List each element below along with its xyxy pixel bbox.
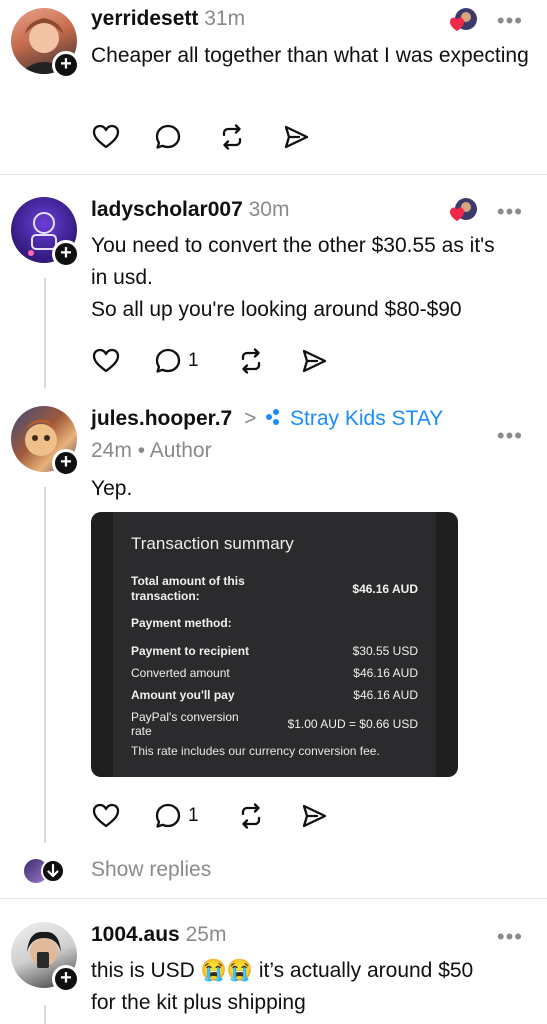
post-time: 30m xyxy=(248,198,290,221)
show-replies-link[interactable]: Show replies xyxy=(91,858,211,882)
thread-line xyxy=(44,487,46,843)
post-text: You need to convert the other $30.55 as … xyxy=(91,230,536,326)
tx-rate-label: PayPal's conversion rate xyxy=(131,710,239,738)
post-username[interactable]: 1004.aus 25m xyxy=(91,923,226,947)
post-actions xyxy=(91,122,341,156)
follow-plus-icon[interactable]: + xyxy=(52,965,80,993)
username-text[interactable]: 1004.aus xyxy=(91,923,180,946)
post-4: + 1004.aus 25m ••• this is USD 😭😭 it’s a… xyxy=(0,899,547,1024)
community-icon xyxy=(266,409,280,425)
post-text: this is USD 😭😭 it’s actually around $50 … xyxy=(91,955,536,1019)
post-1: + yerridesett 31m ••• Cheaper all togeth… xyxy=(0,0,547,174)
post-text-line: for the kit plus shipping xyxy=(91,991,306,1014)
tx-total-row: Total amount of this transaction: $46.16… xyxy=(131,574,418,606)
tx-row-value: $46.16 AUD xyxy=(353,666,418,680)
tx-row-label: Payment to recipient xyxy=(131,644,250,658)
post-username: jules.hooper.7 > Stray Kids STAY xyxy=(91,407,443,431)
more-options-icon[interactable]: ••• xyxy=(497,423,523,449)
username-text[interactable]: ladyscholar007 xyxy=(91,198,243,221)
thread-line xyxy=(44,1005,46,1024)
comment-icon[interactable] xyxy=(153,122,183,152)
reaction-avatar-icon[interactable] xyxy=(446,196,478,228)
tx-payment-method-label: Payment method: xyxy=(131,616,232,630)
post-actions: 1 xyxy=(91,346,351,380)
follow-plus-icon[interactable]: + xyxy=(52,449,80,477)
post-time: 24m xyxy=(91,439,132,462)
comment-icon[interactable] xyxy=(153,801,183,831)
post-username[interactable]: ladyscholar007 30m xyxy=(91,198,289,222)
share-icon[interactable] xyxy=(281,122,311,152)
repost-icon[interactable] xyxy=(217,122,247,152)
post-text: Cheaper all together than what I was exp… xyxy=(91,44,529,67)
post-2: + ladyscholar007 30m ••• You need to con… xyxy=(0,175,547,390)
tx-rate-value: $1.00 AUD = $0.66 USD xyxy=(287,717,418,731)
more-options-icon[interactable]: ••• xyxy=(497,199,523,225)
community-separator: > xyxy=(244,407,257,430)
tx-title: Transaction summary xyxy=(131,534,294,553)
heart-icon[interactable] xyxy=(91,122,121,152)
post-time: 31m xyxy=(204,7,246,30)
reply-count: 1 xyxy=(188,805,199,826)
post-actions: 1 xyxy=(91,801,351,835)
tx-rate-row: PayPal's conversion rate $1.00 AUD = $0.… xyxy=(131,710,418,740)
post-text-line: So all up you're looking around $80-$90 xyxy=(91,298,462,321)
share-icon[interactable] xyxy=(299,346,329,376)
heart-icon[interactable] xyxy=(91,801,121,831)
username-text[interactable]: jules.hooper.7 xyxy=(91,407,232,430)
more-options-icon[interactable]: ••• xyxy=(497,924,523,950)
post-text-line: this is USD 😭😭 it’s actually around $50 xyxy=(91,959,474,982)
repost-icon[interactable] xyxy=(236,346,266,376)
post-time: 25m xyxy=(185,923,227,946)
community-link[interactable]: Stray Kids STAY xyxy=(290,407,443,430)
more-options-icon[interactable]: ••• xyxy=(497,8,523,34)
heart-icon[interactable] xyxy=(91,346,121,376)
attached-image-transaction-summary[interactable]: Transaction summary Total amount of this… xyxy=(91,512,458,777)
tx-total-label: Total amount of this transaction: xyxy=(131,574,245,604)
tx-row-label: Converted amount xyxy=(131,666,230,680)
thread-line xyxy=(44,278,46,388)
username-text[interactable]: yerridesett xyxy=(91,7,198,30)
post-meta: 24m • Author xyxy=(91,439,212,463)
comment-icon[interactable] xyxy=(153,346,183,376)
post-text-line: in usd. xyxy=(91,266,153,289)
post-text-line: You need to convert the other $30.55 as … xyxy=(91,234,495,257)
tx-total-label-line: transaction: xyxy=(131,589,200,603)
follow-plus-icon[interactable]: + xyxy=(52,240,80,268)
tx-total-label-line: Total amount of this xyxy=(131,574,245,588)
reply-count: 1 xyxy=(188,350,199,371)
author-tag: • Author xyxy=(137,439,212,462)
tx-row-value: $46.16 AUD xyxy=(353,688,418,702)
tx-note: This rate includes our currency conversi… xyxy=(131,744,380,758)
repost-icon[interactable] xyxy=(236,801,266,831)
reaction-avatar-icon[interactable] xyxy=(446,6,478,38)
tx-total-value: $46.16 AUD xyxy=(352,582,418,596)
tx-row-value: $30.55 USD xyxy=(352,644,418,658)
follow-plus-icon[interactable]: + xyxy=(52,51,80,79)
share-icon[interactable] xyxy=(299,801,329,831)
down-arrow-icon[interactable] xyxy=(41,859,65,883)
post-text: Yep. xyxy=(91,477,133,500)
tx-rate-label-line: rate xyxy=(131,724,152,738)
tx-rate-label-line: PayPal's conversion xyxy=(131,710,239,724)
post-username[interactable]: yerridesett 31m xyxy=(91,7,245,31)
tx-row-label: Amount you'll pay xyxy=(131,688,235,702)
